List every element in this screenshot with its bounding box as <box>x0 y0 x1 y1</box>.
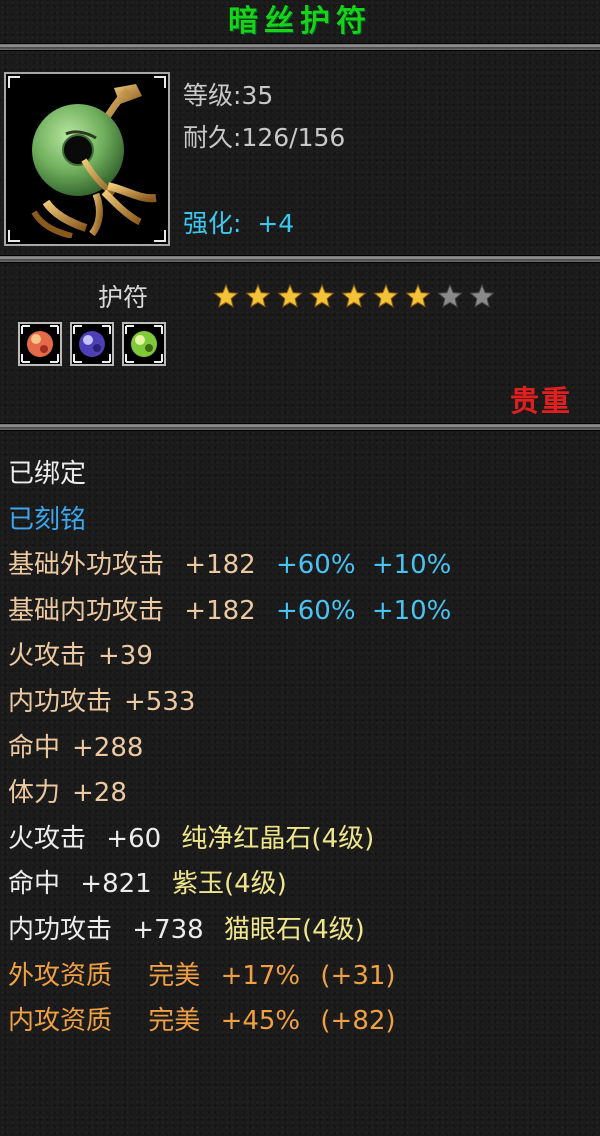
item-tooltip: 暗丝护符 等级:35 耐久:126/156 强化: +4 护符 贵重 已绑定 已… <box>0 0 600 1136</box>
star-filled-icon <box>277 283 303 308</box>
attribute-name: 火攻击 <box>8 823 87 854</box>
attribute-value: +39 <box>98 641 153 672</box>
level-stat: 等级:35 <box>183 81 274 110</box>
divider <box>0 256 600 262</box>
durability-stat: 耐久:126/156 <box>183 123 346 152</box>
divider <box>0 44 600 50</box>
bound-status: 已绑定 <box>8 459 87 489</box>
star-rating <box>213 283 495 308</box>
rarity-label: 贵重 <box>509 384 572 418</box>
attribute-value: +182 <box>184 595 256 626</box>
enhance-value: +4 <box>257 209 295 238</box>
quality-name: 外攻资质 <box>8 960 113 991</box>
star-filled-icon <box>245 283 271 308</box>
engraved-status: 已刻铭 <box>8 504 87 535</box>
attribute-row: 内功攻击 +533 <box>8 680 598 726</box>
attribute-percent: +10% <box>371 595 452 626</box>
item-type: 护符 <box>98 283 149 312</box>
quality-grade: 完美 <box>148 1006 201 1037</box>
attribute-value: +182 <box>184 550 256 581</box>
attribute-percent: +10% <box>371 550 452 581</box>
attribute-row: 基础内功攻击 +182 +60% +10% <box>8 589 598 635</box>
quality-percent: +17% <box>220 960 301 991</box>
gem-attribute-row: 火攻击 +60 纯净红晶石(4级) <box>8 817 598 863</box>
level-value: 35 <box>241 81 274 110</box>
attribute-value: +738 <box>132 914 204 945</box>
star-filled-icon <box>309 283 335 308</box>
gem-name: 猫眼石(4级) <box>223 914 365 945</box>
attribute-name: 基础内功攻击 <box>8 595 165 626</box>
star-filled-icon <box>341 283 367 308</box>
durability-value: 126/156 <box>241 123 346 152</box>
gem-name: 紫玉(4级) <box>171 869 287 900</box>
attribute-value: +288 <box>72 732 144 763</box>
cats-eye-gem-icon[interactable] <box>122 322 166 366</box>
jade-amulet-icon <box>31 84 157 238</box>
attribute-percent: +60% <box>275 595 356 626</box>
quality-bonus: (+31) <box>320 960 396 991</box>
durability-label: 耐久 <box>183 123 234 152</box>
star-empty-icon <box>469 283 495 308</box>
level-label: 等级 <box>183 81 234 110</box>
enhance-label: 强化: <box>183 209 242 238</box>
attribute-list: 已绑定 已刻铭 基础外功攻击 +182 +60% +10% 基础内功攻击 +18… <box>8 452 598 1045</box>
attribute-value: +533 <box>124 686 196 717</box>
gem-attribute-row: 命中 +821 紫玉(4级) <box>8 862 598 908</box>
attribute-name: 命中 <box>8 732 61 763</box>
attribute-name: 火攻击 <box>8 641 87 672</box>
attribute-name: 内功攻击 <box>8 686 113 717</box>
red-crystal-gem-icon[interactable] <box>18 322 62 366</box>
item-icon-frame <box>4 72 170 246</box>
attribute-row: 火攻击 +39 <box>8 634 598 680</box>
attribute-row: 命中 +288 <box>8 726 598 772</box>
star-filled-icon <box>373 283 399 308</box>
attribute-percent: +60% <box>275 550 356 581</box>
gem-name: 纯净红晶石(4级) <box>181 823 375 854</box>
quality-percent: +45% <box>220 1006 301 1037</box>
quality-bonus: (+82) <box>320 1006 396 1037</box>
attribute-value: +60 <box>106 823 162 854</box>
attribute-name: 体力 <box>8 778 61 809</box>
purple-jade-gem-icon[interactable] <box>70 322 114 366</box>
quality-grade: 完美 <box>148 960 201 991</box>
star-filled-icon <box>213 283 239 308</box>
enhance-stat: 强化: +4 <box>183 204 294 240</box>
item-name: 暗丝护符 <box>228 4 372 39</box>
attribute-row: 基础外功攻击 +182 +60% +10% <box>8 543 598 589</box>
quality-row: 内攻资质 完美 +45% (+82) <box>8 999 598 1045</box>
attribute-row: 体力 +28 <box>8 771 598 817</box>
attribute-name: 命中 <box>8 869 61 900</box>
attribute-name: 基础外功攻击 <box>8 550 165 581</box>
gem-attribute-row: 内功攻击 +738 猫眼石(4级) <box>8 908 598 954</box>
star-empty-icon <box>437 283 463 308</box>
attribute-name: 内功攻击 <box>8 914 113 945</box>
quality-row: 外攻资质 完美 +17% (+31) <box>8 954 598 1000</box>
attribute-value: +28 <box>72 778 127 809</box>
divider <box>0 424 600 430</box>
quality-name: 内攻资质 <box>8 1006 113 1037</box>
attribute-value: +821 <box>80 869 152 900</box>
star-filled-icon <box>405 283 431 308</box>
